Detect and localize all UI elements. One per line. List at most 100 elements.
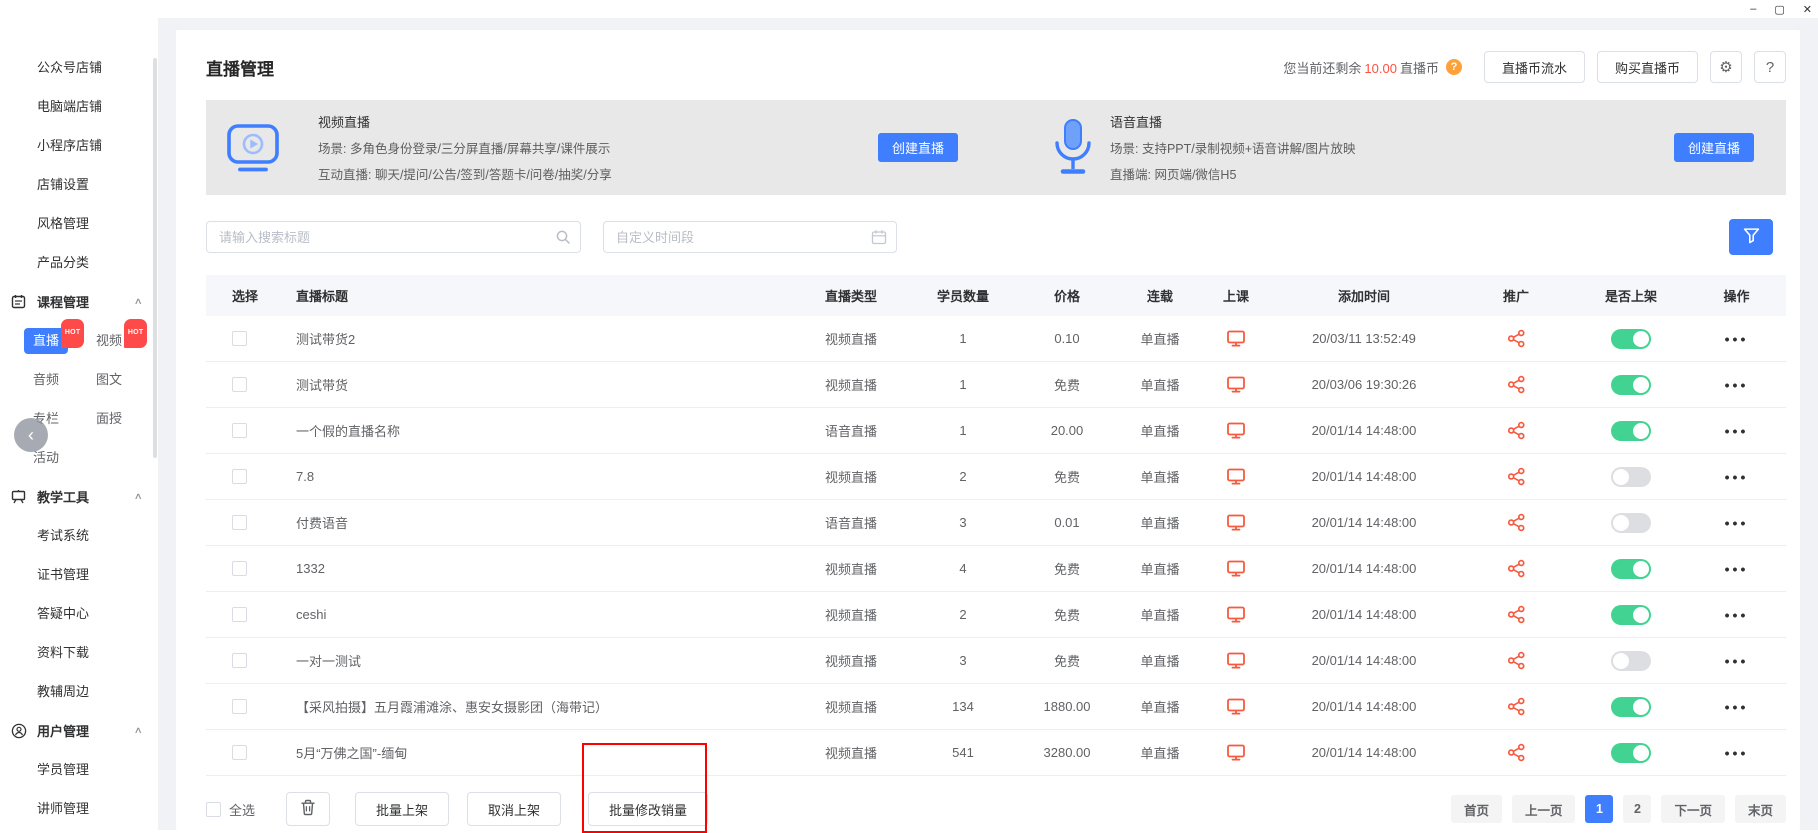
monitor-icon[interactable]	[1227, 744, 1245, 761]
search-input[interactable]	[206, 221, 581, 253]
sidebar-item[interactable]: 店铺设置	[0, 165, 158, 204]
shelf-toggle[interactable]	[1611, 743, 1651, 763]
select-all-checkbox[interactable]	[206, 802, 221, 817]
sidebar-item[interactable]: 讲师管理	[0, 789, 158, 828]
sidebar-item[interactable]: 考试系统	[0, 516, 158, 555]
coin-flow-button[interactable]: 直播币流水	[1484, 51, 1585, 83]
gear-icon[interactable]: ⚙	[1710, 51, 1742, 83]
search-icon[interactable]	[555, 229, 571, 248]
monitor-icon[interactable]	[1227, 606, 1245, 623]
sidebar-item[interactable]: 小程序店铺	[0, 126, 158, 165]
monitor-icon[interactable]	[1227, 514, 1245, 531]
share-icon[interactable]	[1507, 605, 1526, 624]
buy-coin-button[interactable]: 购买直播币	[1597, 51, 1698, 83]
batch-edit-sales-button[interactable]: 批量修改销量	[588, 792, 708, 826]
more-actions-button[interactable]: •••	[1725, 610, 1749, 620]
page-number-button[interactable]: 1	[1585, 795, 1613, 823]
monitor-icon[interactable]	[1227, 560, 1245, 577]
row-checkbox[interactable]	[232, 469, 247, 484]
question-badge-icon[interactable]: ?	[1446, 59, 1462, 75]
filter-button[interactable]	[1729, 219, 1773, 255]
sidebar-item[interactable]: 答疑中心	[0, 594, 158, 633]
create-video-live-button[interactable]: 创建直播	[878, 133, 958, 162]
shelf-toggle[interactable]	[1611, 559, 1651, 579]
maximize-button[interactable]: ▢	[1774, 3, 1784, 16]
share-icon[interactable]	[1507, 375, 1526, 394]
create-voice-live-button[interactable]: 创建直播	[1674, 133, 1754, 162]
sidebar-item[interactable]: 风格管理	[0, 204, 158, 243]
sidebar-collapse-button[interactable]: ‹	[14, 418, 48, 452]
batch-unshelf-button[interactable]: 取消上架	[467, 792, 561, 826]
next-page-button[interactable]: 下一页	[1661, 795, 1725, 823]
shelf-toggle[interactable]	[1611, 605, 1651, 625]
row-checkbox[interactable]	[232, 561, 247, 576]
sidebar-item-live[interactable]: 直播 HOT	[24, 328, 68, 354]
table-row: 测试带货 视频直播 1 免费 单直播 20/03/06 19:30:26	[206, 362, 1786, 408]
sidebar-item-video[interactable]: 视频 HOT	[87, 328, 131, 354]
sidebar-item-audio[interactable]: 音频	[24, 367, 68, 393]
banner-title: 语音直播	[1110, 112, 1356, 131]
row-checkbox[interactable]	[232, 653, 247, 668]
share-icon[interactable]	[1507, 697, 1526, 716]
shelf-toggle[interactable]	[1611, 513, 1651, 533]
monitor-icon[interactable]	[1227, 376, 1245, 393]
monitor-icon[interactable]	[1227, 330, 1245, 347]
more-actions-button[interactable]: •••	[1725, 334, 1749, 344]
share-icon[interactable]	[1507, 513, 1526, 532]
date-range-input[interactable]	[603, 221, 897, 253]
minimize-button[interactable]: –	[1750, 3, 1756, 15]
row-checkbox[interactable]	[232, 515, 247, 530]
share-icon[interactable]	[1507, 743, 1526, 762]
row-checkbox[interactable]	[232, 423, 247, 438]
row-checkbox[interactable]	[232, 699, 247, 714]
sidebar-section-teach[interactable]: 教学工具 ∧	[0, 477, 158, 516]
row-checkbox[interactable]	[232, 377, 247, 392]
sidebar-item-offline[interactable]: 面授	[87, 406, 131, 432]
sidebar-item[interactable]: 证书管理	[0, 555, 158, 594]
batch-shelf-button[interactable]: 批量上架	[355, 792, 449, 826]
close-button[interactable]: ✕	[1803, 3, 1812, 16]
monitor-icon[interactable]	[1227, 468, 1245, 485]
sidebar-item[interactable]: 学员管理	[0, 750, 158, 789]
share-icon[interactable]	[1507, 421, 1526, 440]
more-actions-button[interactable]: •••	[1725, 518, 1749, 528]
shelf-toggle[interactable]	[1611, 375, 1651, 395]
sidebar-section-user[interactable]: 用户管理 ∧	[0, 711, 158, 750]
more-actions-button[interactable]: •••	[1725, 564, 1749, 574]
more-actions-button[interactable]: •••	[1725, 748, 1749, 758]
shelf-toggle[interactable]	[1611, 467, 1651, 487]
share-icon[interactable]	[1507, 467, 1526, 486]
sidebar-scrollbar[interactable]	[153, 58, 157, 458]
row-checkbox[interactable]	[232, 745, 247, 760]
share-icon[interactable]	[1507, 651, 1526, 670]
sidebar-item[interactable]: 资料下载	[0, 633, 158, 672]
share-icon[interactable]	[1507, 559, 1526, 578]
sidebar-item[interactable]: 公众号店铺	[0, 48, 158, 87]
page-number-button[interactable]: 2	[1623, 795, 1651, 823]
prev-page-button[interactable]: 上一页	[1512, 795, 1576, 823]
first-page-button[interactable]: 首页	[1451, 795, 1502, 823]
batch-delete-button[interactable]	[286, 792, 330, 826]
row-checkbox[interactable]	[232, 607, 247, 622]
more-actions-button[interactable]: •••	[1725, 380, 1749, 390]
shelf-toggle[interactable]	[1611, 651, 1651, 671]
more-actions-button[interactable]: •••	[1725, 472, 1749, 482]
help-button[interactable]: ?	[1754, 51, 1786, 83]
sidebar-item[interactable]: 电脑端店铺	[0, 87, 158, 126]
more-actions-button[interactable]: •••	[1725, 426, 1749, 436]
last-page-button[interactable]: 末页	[1735, 795, 1786, 823]
monitor-icon[interactable]	[1227, 698, 1245, 715]
sidebar-item[interactable]: 产品分类	[0, 243, 158, 282]
sidebar-item-graphic[interactable]: 图文	[87, 367, 131, 393]
shelf-toggle[interactable]	[1611, 329, 1651, 349]
row-checkbox[interactable]	[232, 331, 247, 346]
sidebar-section-course[interactable]: 课程管理 ∧	[0, 282, 158, 321]
monitor-icon[interactable]	[1227, 422, 1245, 439]
shelf-toggle[interactable]	[1611, 421, 1651, 441]
monitor-icon[interactable]	[1227, 652, 1245, 669]
sidebar-item[interactable]: 教辅周边	[0, 672, 158, 711]
more-actions-button[interactable]: •••	[1725, 656, 1749, 666]
share-icon[interactable]	[1507, 329, 1526, 348]
shelf-toggle[interactable]	[1611, 697, 1651, 717]
more-actions-button[interactable]: •••	[1725, 702, 1749, 712]
